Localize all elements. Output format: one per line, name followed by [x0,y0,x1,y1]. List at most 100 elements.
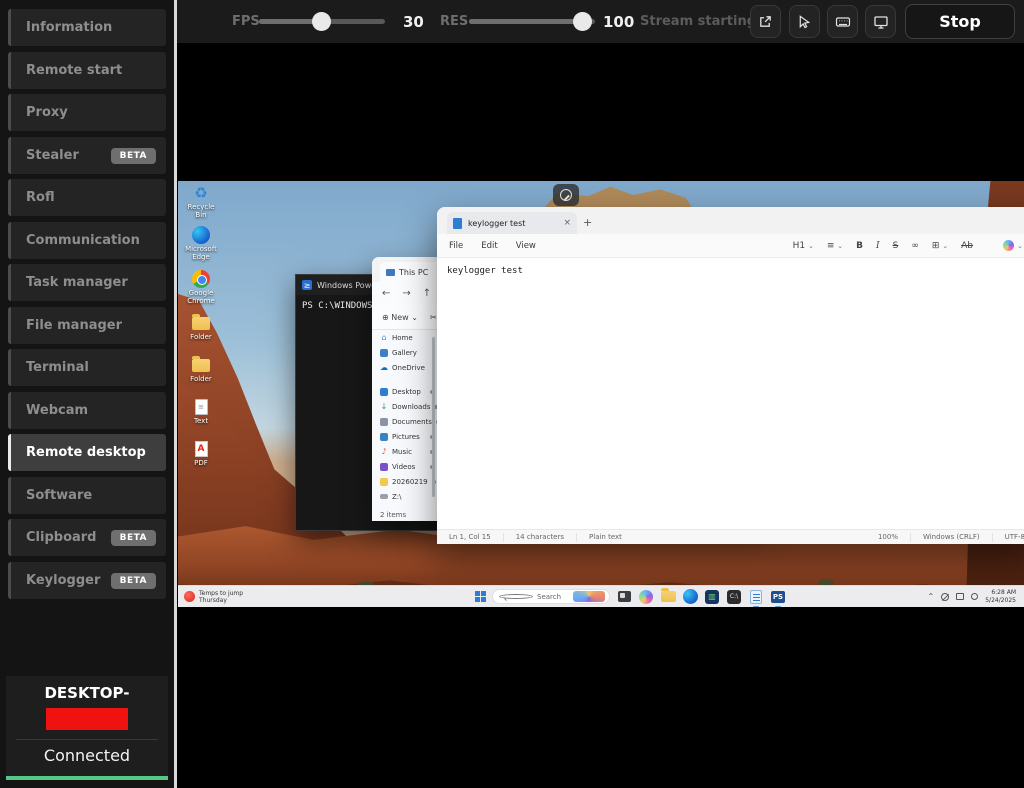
open-external-button[interactable] [750,5,781,38]
music-icon: ♪ [380,448,388,456]
taskbar-copilot[interactable] [638,589,654,605]
notepad-icon [750,590,762,604]
start-button[interactable] [475,591,486,602]
search-highlight-icon [573,591,605,602]
zoom-level[interactable]: 100% [866,533,911,542]
link-button[interactable]: ∞ [911,241,919,251]
desktop-icon-edge[interactable]: Microsoft Edge [183,225,219,261]
taskbar-search[interactable]: Search [492,589,610,604]
taskbar-notepad[interactable] [748,589,764,605]
network-status-icon[interactable] [941,593,949,601]
explorer-status: 2 items [372,508,438,521]
menu-file[interactable]: File [449,241,463,251]
tray-overflow-button[interactable]: ⌃ [928,592,935,601]
keyboard-button[interactable] [827,5,858,38]
explorer-scrollbar[interactable] [432,337,435,497]
sidebar-item-file-manager[interactable]: File manager [8,307,166,344]
folder-icon [192,359,210,372]
sidebar-item-information[interactable]: Information [8,9,166,46]
sidebar-item-communication[interactable]: Communication [8,222,166,259]
clock-time: 6:28 AM [985,589,1016,597]
sidebar-item-webcam[interactable]: Webcam [8,392,166,429]
menu-edit[interactable]: Edit [481,241,497,251]
explorer-nav-desktop[interactable]: Desktop [372,384,438,399]
forward-button[interactable]: → [402,288,410,299]
notepad-tabbar: keylogger test × + [437,207,1024,234]
clear-format-button[interactable]: Ab [961,241,973,251]
explorer-nav-z-drive[interactable]: Z:\ [372,489,438,504]
sidebar-item-task-manager[interactable]: Task manager [8,264,166,301]
menu-view[interactable]: View [516,241,536,251]
sidebar-item-terminal[interactable]: Terminal [8,349,166,386]
keyboard-icon [835,14,851,30]
stop-button[interactable]: Stop [905,4,1015,39]
fps-slider-thumb[interactable] [312,12,331,31]
widgets-button[interactable]: Temps to jump Thursday [178,590,243,604]
notepad-window[interactable]: keylogger test × + File Edit View H1 ⌄ ≡… [437,207,1024,544]
tray-window-icon[interactable] [956,593,964,600]
up-button[interactable]: ↑ [423,288,431,299]
videos-icon [380,463,388,471]
taskbar-store[interactable]: ▥ [704,589,720,605]
explorer-sidebar: ⌂Home Gallery ☁OneDrive Desktop ↓Downloa… [372,330,438,508]
new-tab-button[interactable]: + [583,216,592,229]
sidebar-item-label: Communication [26,233,140,248]
desktop-icon-chrome[interactable]: Google Chrome [183,269,219,305]
device-panel: DESKTOP- Connected [6,676,168,780]
sidebar-item-remote-start[interactable]: Remote start [8,52,166,89]
monitor-button[interactable] [865,5,896,38]
tray-status-icon[interactable] [971,593,978,600]
sidebar: Information Remote start Proxy StealerBE… [0,0,177,788]
notepad-tab[interactable]: keylogger test × [447,212,577,234]
res-slider[interactable] [469,19,595,24]
explorer-nav-dated-folder[interactable]: 20260219 [372,474,438,489]
explorer-nav-pictures[interactable]: Pictures [372,429,438,444]
taskbar-powershell[interactable]: PS [770,589,786,605]
sidebar-item-keylogger[interactable]: KeyloggerBETA [8,562,166,599]
line-ending: Windows (CRLF) [911,533,993,542]
sidebar-item-remote-desktop[interactable]: Remote desktop [8,434,166,471]
fps-slider[interactable] [259,19,385,24]
explorer-nav-videos[interactable]: Videos [372,459,438,474]
new-button[interactable]: ⊕ New ⌄ [382,313,418,322]
taskbar-clock[interactable]: 6:28 AM 5/24/2025 [985,589,1020,605]
res-slider-thumb[interactable] [573,12,592,31]
desktop-icon-folder[interactable]: Folder [183,355,219,383]
remote-desktop-view[interactable]: ♻ Recycle Bin Microsoft Edge Google Chro… [178,181,1024,607]
desktop-icon-recycle-bin[interactable]: ♻ Recycle Bin [183,183,219,219]
sidebar-item-software[interactable]: Software [8,477,166,514]
taskbar-task-view[interactable] [616,589,632,605]
explorer-nav-home[interactable]: ⌂Home [372,330,438,345]
desktop-icon-label: Folder [183,375,219,383]
explorer-nav-gallery[interactable]: Gallery [372,345,438,360]
list-button[interactable]: ≡ ⌄ [827,241,843,251]
sidebar-item-clipboard[interactable]: ClipboardBETA [8,519,166,556]
desktop-icon-pdf[interactable]: A PDF [183,439,219,467]
sidebar-item-rofl[interactable]: Rofl [8,179,166,216]
explorer-nav-onedrive[interactable]: ☁OneDrive [372,360,438,375]
explorer-nav-downloads[interactable]: ↓Downloads [372,399,438,414]
powershell-icon: ≥ [302,280,312,290]
notepad-editor[interactable]: keylogger test [437,258,1024,529]
copilot-icon [1003,240,1014,251]
cursor-button[interactable] [789,5,820,38]
copilot-button[interactable]: ⌄ [1003,240,1023,251]
bold-button[interactable]: B [856,241,863,251]
sidebar-item-stealer[interactable]: StealerBETA [8,137,166,174]
cut-button[interactable]: ✂ [430,313,437,322]
italic-button[interactable]: I [876,241,880,251]
taskbar-file-explorer[interactable] [660,589,676,605]
explorer-nav-music[interactable]: ♪Music [372,444,438,459]
heading-button[interactable]: H1 ⌄ [793,241,814,251]
desktop-icon-folder[interactable]: Folder [183,313,219,341]
sidebar-item-proxy[interactable]: Proxy [8,94,166,131]
strikethrough-button[interactable]: S [893,241,899,251]
taskbar-edge[interactable] [682,589,698,605]
desktop-icon-text-file[interactable]: ≡ Text [183,397,219,425]
explorer-nav-documents[interactable]: Documents [372,414,438,429]
this-pc-icon [386,269,395,276]
taskbar-terminal[interactable]: C:\ [726,589,742,605]
back-button[interactable]: ← [382,288,390,299]
table-button[interactable]: ⊞ ⌄ [932,241,948,251]
tab-close-icon[interactable]: × [563,218,571,228]
